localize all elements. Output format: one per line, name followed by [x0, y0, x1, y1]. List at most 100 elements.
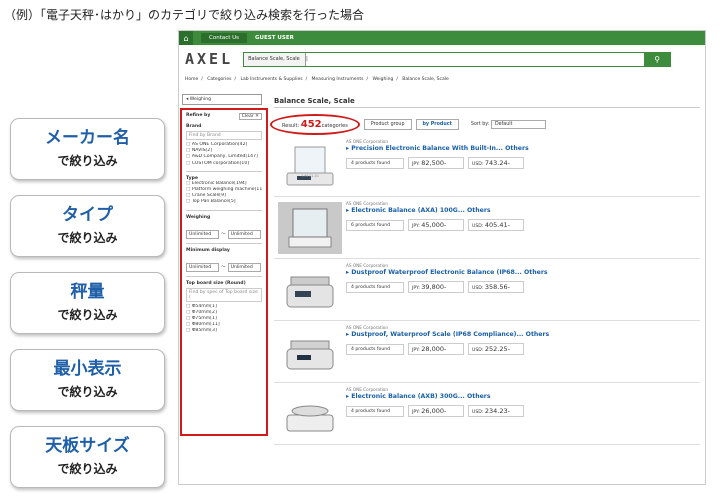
callout-sub: で絞り込み	[57, 308, 118, 322]
product-row: AS ONE Corporation ▸ Precision Electronic…	[274, 137, 700, 197]
caption: （例）「電子天秤･はかり」のカテゴリで絞り込み検索を行った場合	[4, 8, 365, 22]
crumb-sep: /	[396, 77, 398, 82]
brand-option[interactable]: CUSTOM corporation[10]	[186, 161, 262, 167]
product-count[interactable]: 4 products found	[346, 405, 404, 417]
crumb-sep: /	[366, 77, 369, 82]
type-option[interactable]: Top Pan Balance[5]	[186, 199, 262, 205]
jpy-price: 26,000-	[421, 407, 447, 415]
product-image[interactable]	[278, 140, 342, 192]
usd-price: 252.25-	[484, 345, 510, 353]
breadcrumb: Home / Categories / Lab Instruments & Supp…	[179, 73, 705, 86]
crumb-measuring[interactable]: Measuring Instruments	[312, 77, 364, 82]
product-name-link[interactable]: ▸ Dustproof Waterproof Electronic Balanc…	[346, 269, 700, 276]
weighing-max-select[interactable]: Unlimited	[227, 229, 261, 239]
tab-product-group[interactable]: Product group	[363, 119, 412, 130]
product-maker: AS ONE Corporation	[346, 263, 388, 268]
usd-label: USD:	[472, 410, 484, 415]
product-image[interactable]	[278, 388, 342, 440]
product-name-link[interactable]: ▸ Dustproof, Waterproof Scale (IP68 Comp…	[346, 331, 700, 338]
callout-title: メーカー名	[45, 128, 130, 148]
guest-user-label: GUEST USER	[255, 35, 294, 41]
usd-price: 234.23-	[484, 407, 510, 415]
product-count[interactable]: 4 products found	[346, 281, 404, 293]
sort-control: Sort by: Default	[471, 120, 546, 129]
page-title: Balance Scale, Scale	[274, 97, 700, 108]
product-name-link[interactable]: ▸ Electronic Balance (AXB) 300G... Other…	[346, 393, 700, 400]
weighing-min-select[interactable]: Unlimited	[186, 229, 219, 239]
search-bar: Balance Scale, Scale | ⚲	[243, 51, 672, 67]
jpy-label: JPY:	[412, 224, 420, 229]
sort-select[interactable]: Default	[490, 120, 546, 129]
callout-sub: で絞り込み	[57, 231, 118, 245]
board-option[interactable]: Φ85mm[3]	[186, 328, 262, 334]
callout-sub: で絞り込み	[57, 385, 118, 399]
header: AXEL Balance Scale, Scale | ⚲	[179, 45, 705, 73]
brand-option[interactable]: A&D Company, Limited[147]	[186, 154, 262, 160]
brand-label: Brand	[186, 124, 202, 129]
crumb-categories[interactable]: Categories	[207, 77, 231, 82]
usd-price: 358.56-	[484, 283, 510, 291]
product-count[interactable]: 4 products found	[346, 157, 404, 169]
sort-label: Sort by:	[470, 122, 490, 127]
product-maker: AS ONE Corporation	[346, 139, 388, 144]
refine-panel: Refine byClear ✕ Brand Find by Brand AS …	[180, 108, 268, 436]
crumb-home[interactable]: Home	[185, 77, 198, 82]
browser-screenshot: ⌂ Contact Us GUEST USER AXEL Balance Sca…	[178, 30, 706, 485]
result-count: Result: 452categories	[270, 114, 360, 135]
product-row: AS ONE Corporation ▸ Dustproof, Waterproo…	[274, 323, 700, 383]
product-image[interactable]	[278, 264, 342, 316]
product-row: AS ONE Corporation ▸ Electronic Balance (…	[274, 385, 700, 445]
main-content: Balance Scale, Scale Result: 452categori…	[270, 97, 700, 445]
search-category-select[interactable]: Balance Scale, Scale	[244, 52, 307, 66]
jpy-price: 39,800-	[421, 283, 447, 291]
usd-price: 743.24-	[484, 159, 510, 167]
crumb-sep: /	[201, 77, 203, 82]
min-display-min-select[interactable]: Unlimited	[186, 262, 219, 272]
callout-maker: メーカー名で絞り込み	[10, 118, 165, 180]
result-bar: Result: 452categories Product group by P…	[270, 114, 700, 135]
result-suffix: categories	[321, 123, 348, 129]
back-to-weighing[interactable]: ◂ Weighing	[182, 94, 262, 105]
crumb-weighing[interactable]: Weighing	[372, 77, 393, 82]
usd-label: USD:	[472, 224, 484, 229]
crumb-lab[interactable]: Lab Instruments & Supplies	[241, 77, 303, 82]
jpy-label: JPY:	[412, 162, 420, 167]
logo[interactable]: AXEL	[185, 50, 233, 68]
callout-title: 天板サイズ	[45, 436, 130, 456]
callout-min-display: 最小表示 で絞り込み	[10, 349, 165, 411]
usd-label: USD:	[472, 286, 484, 291]
product-name-link[interactable]: ▸ Electronic Balance (AXA) 100G... Other…	[346, 207, 700, 214]
contact-button[interactable]: Contact Us	[201, 33, 248, 43]
clear-button[interactable]: Clear ✕	[238, 113, 262, 120]
callout-sub: で絞り込み	[57, 154, 118, 168]
jpy-label: JPY:	[412, 286, 420, 291]
top-bar: ⌂ Contact Us GUEST USER	[179, 31, 705, 45]
jpy-price: 82,500-	[421, 159, 447, 167]
usd-label: USD:	[472, 162, 484, 167]
product-count[interactable]: 4 products found	[346, 343, 404, 355]
callout-title: 最小表示	[53, 359, 122, 379]
brand-search-input[interactable]: Find by Brand	[186, 131, 262, 140]
weighing-label: Weighing	[186, 214, 211, 220]
callout-title: 秤量	[70, 282, 105, 302]
search-input[interactable]: |	[306, 56, 644, 62]
product-count[interactable]: 6 products found	[346, 219, 404, 231]
board-size-search-input[interactable]: Find by spec of Top board size (	[186, 287, 262, 302]
callout-sub: で絞り込み	[57, 462, 118, 476]
crumb-sep: /	[305, 77, 308, 82]
product-image[interactable]	[278, 326, 342, 378]
home-icon[interactable]: ⌂	[179, 31, 193, 45]
refine-title: Refine by	[186, 113, 211, 118]
product-name-link[interactable]: ▸ Precision Electronic Balance With Buil…	[346, 145, 700, 152]
callout-title: タイプ	[62, 205, 113, 225]
tab-by-product[interactable]: by Product	[415, 119, 459, 130]
usd-label: USD:	[472, 348, 484, 353]
search-icon[interactable]: ⚲	[644, 52, 671, 66]
product-image[interactable]	[278, 202, 342, 254]
min-display-label: Minimum display	[186, 247, 230, 253]
jpy-label: JPY:	[412, 348, 420, 353]
usd-price: 405.41-	[484, 221, 510, 229]
jpy-label: JPY:	[412, 410, 420, 415]
min-display-max-select[interactable]: Unlimited	[227, 262, 261, 272]
board-size-label: Top board size (Round)	[186, 280, 246, 286]
